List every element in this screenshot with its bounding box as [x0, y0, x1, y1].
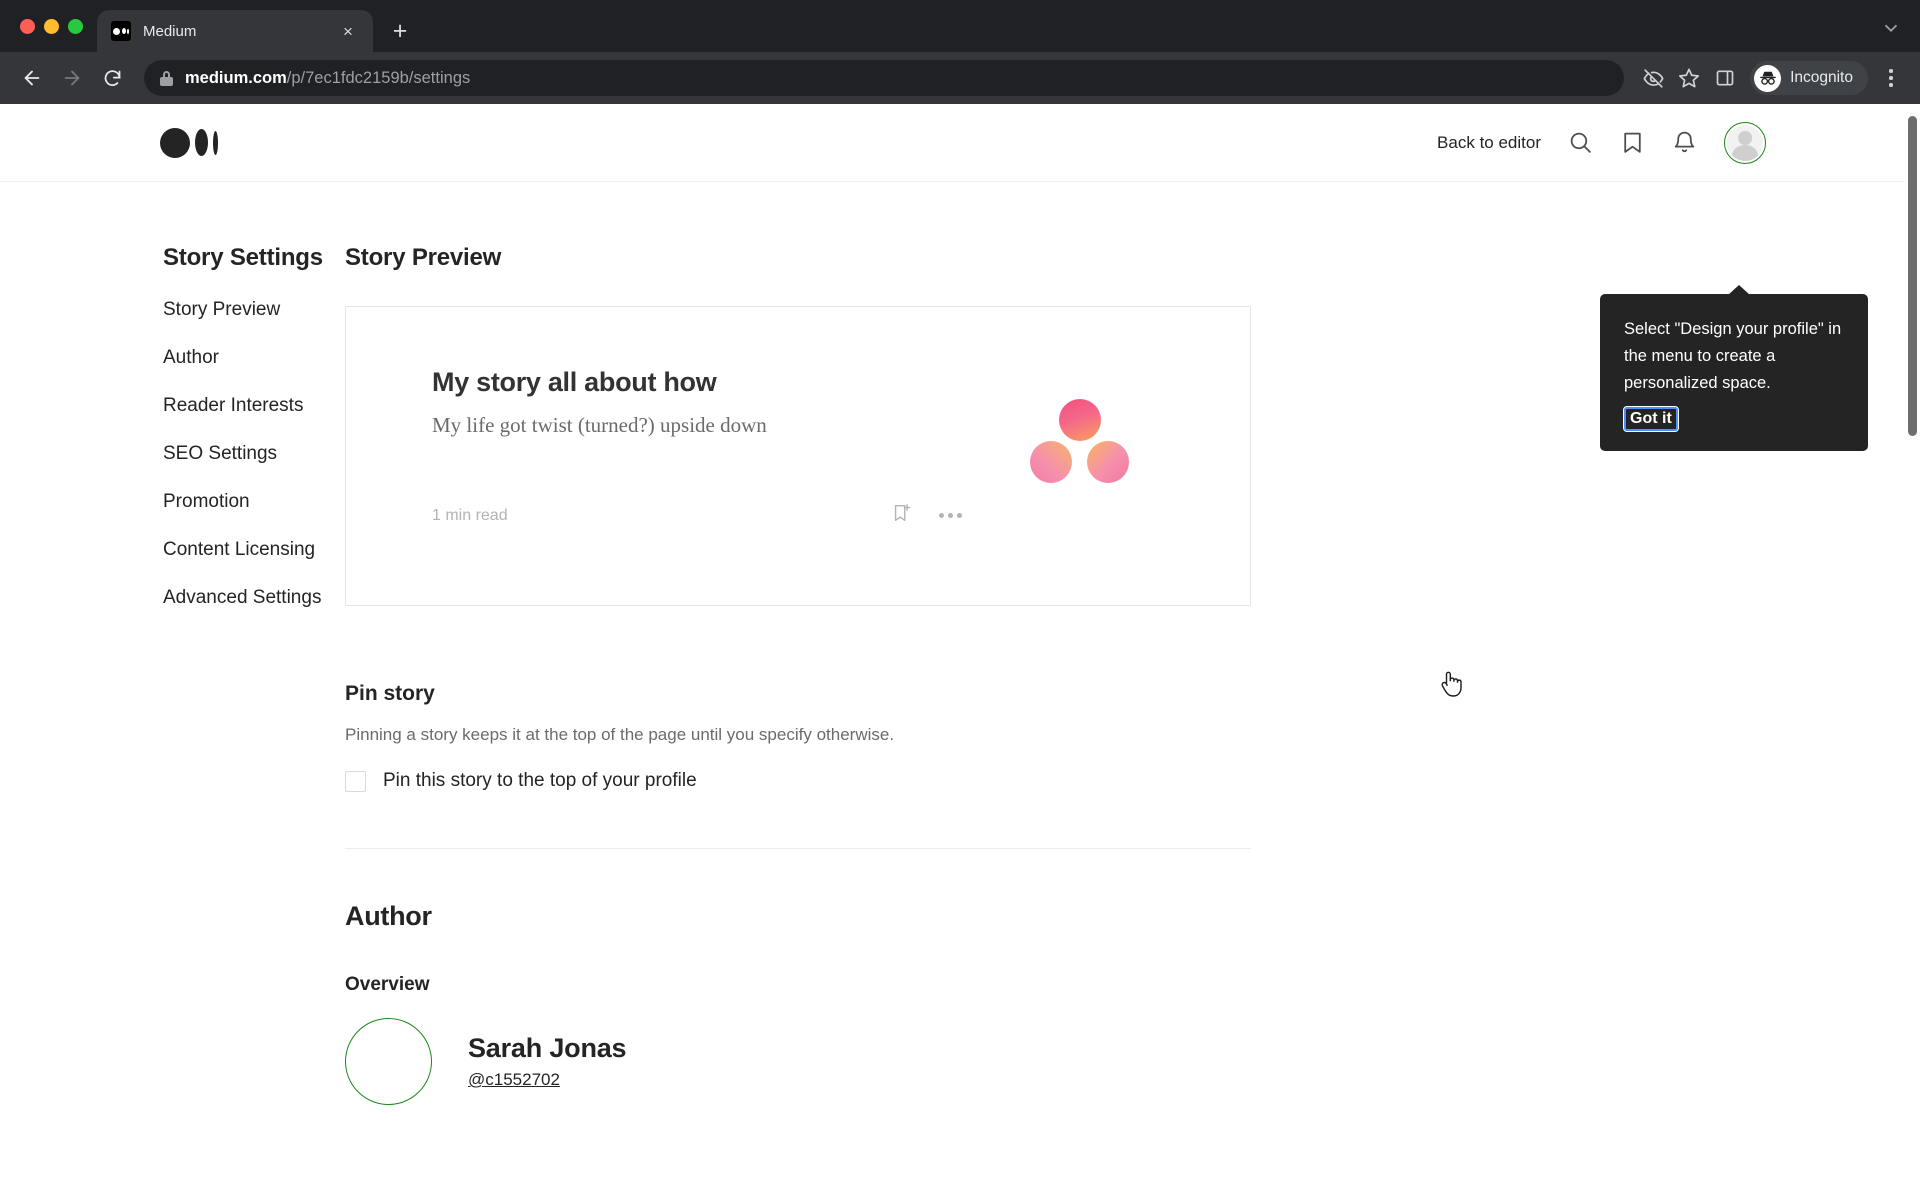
user-avatar[interactable]	[1724, 121, 1766, 164]
tab-strip: Medium × +	[0, 0, 1920, 52]
sidebar-item-advanced-settings[interactable]: Advanced Settings	[163, 587, 345, 609]
eye-slash-icon[interactable]	[1636, 61, 1670, 95]
header-actions: Back to editor	[1437, 121, 1886, 164]
minimize-window-button[interactable]	[44, 18, 59, 34]
author-overview-label: Overview	[345, 974, 430, 995]
tooltip-message: Select "Design your profile" in the menu…	[1624, 320, 1842, 392]
design-profile-tooltip: Select "Design your profile" in the menu…	[1600, 285, 1868, 451]
medium-site-header: Back to editor	[0, 104, 1920, 182]
story-card-footer: 1 min read	[432, 502, 962, 529]
browser-menu-button[interactable]	[1876, 61, 1906, 95]
author-name: Sarah Jonas	[468, 1033, 627, 1063]
tab-title: Medium	[143, 22, 197, 40]
lock-icon	[160, 70, 173, 86]
read-time-label: 1 min read	[432, 506, 508, 524]
sidebar-item-content-licensing[interactable]: Content Licensing	[163, 539, 345, 561]
author-heading: Author	[345, 901, 432, 931]
settings-main-panel: Story Preview My story all about how My …	[345, 244, 1355, 1200]
pin-story-checkbox[interactable]	[345, 770, 366, 792]
story-card-actions	[891, 502, 962, 529]
browser-toolbar: medium.com/p/7ec1fdc2159b/settings Incog…	[0, 52, 1920, 104]
story-thumbnail-image	[1030, 399, 1130, 483]
incognito-label: Incognito	[1790, 69, 1853, 86]
incognito-icon	[1754, 64, 1782, 92]
forward-button[interactable]	[54, 60, 90, 96]
story-card-title: My story all about how	[432, 367, 717, 397]
new-tab-button[interactable]: +	[383, 14, 417, 48]
pin-story-description: Pinning a story keeps it at the top of t…	[345, 725, 895, 744]
pin-story-checkbox-label: Pin this story to the top of your profil…	[383, 770, 697, 791]
author-handle-link[interactable]: @c1552702	[468, 1070, 626, 1090]
author-info: Sarah Jonas @c1552702	[468, 1033, 627, 1090]
author-avatar[interactable]	[345, 1018, 432, 1105]
url-host: medium.com	[185, 68, 287, 87]
section-divider	[345, 848, 1251, 849]
url-text: medium.com/p/7ec1fdc2159b/settings	[185, 69, 470, 88]
back-to-editor-link[interactable]: Back to editor	[1437, 133, 1541, 153]
browser-tab-medium[interactable]: Medium ×	[97, 10, 373, 52]
incognito-indicator[interactable]: Incognito	[1750, 61, 1868, 95]
reload-button[interactable]	[94, 60, 130, 96]
bookmark-plus-icon[interactable]	[891, 502, 913, 529]
sidebar-item-story-preview[interactable]: Story Preview	[163, 299, 345, 321]
page-scrollbar[interactable]	[1905, 104, 1920, 1200]
sidebar-item-reader-interests[interactable]: Reader Interests	[163, 395, 345, 417]
side-panel-icon[interactable]	[1708, 61, 1742, 95]
window-traffic-lights	[16, 0, 97, 52]
author-profile-row: Sarah Jonas @c1552702	[345, 1018, 1295, 1105]
scrollbar-thumb[interactable]	[1908, 116, 1917, 436]
star-icon[interactable]	[1672, 61, 1706, 95]
page-viewport: Back to editor Select "Design your profi…	[0, 104, 1920, 1200]
toolbar-right-controls: Incognito	[1636, 61, 1906, 95]
story-preview-card[interactable]: My story all about how My life got twist…	[345, 306, 1251, 606]
close-tab-icon[interactable]: ×	[335, 18, 361, 44]
browser-window: Medium × + medium.com/p/7ec1fdc2159b/set…	[0, 0, 1920, 1200]
sidebar-item-author[interactable]: Author	[163, 347, 345, 369]
tab-strip-right-controls	[1880, 17, 1902, 44]
search-icon[interactable]	[1568, 130, 1593, 155]
bookmark-icon[interactable]	[1620, 130, 1645, 155]
pin-story-checkbox-row[interactable]: Pin this story to the top of your profil…	[345, 770, 1295, 792]
sidebar-title: Story Settings	[163, 244, 323, 271]
pin-story-heading: Pin story	[345, 682, 435, 705]
chevron-down-icon[interactable]	[1880, 17, 1902, 44]
maximize-window-button[interactable]	[68, 18, 83, 34]
notifications-bell-icon[interactable]	[1672, 130, 1697, 155]
close-window-button[interactable]	[20, 18, 35, 34]
settings-sidebar: Story Settings Story Preview Author Read…	[0, 244, 345, 1200]
got-it-button[interactable]: Got it	[1623, 405, 1679, 432]
more-options-icon[interactable]	[939, 513, 962, 518]
medium-favicon-icon	[111, 21, 131, 41]
medium-logo-icon[interactable]	[160, 127, 218, 158]
url-path: /p/7ec1fdc2159b/settings	[286, 68, 471, 87]
story-preview-heading: Story Preview	[345, 244, 502, 271]
sidebar-item-seo-settings[interactable]: SEO Settings	[163, 443, 345, 465]
mouse-cursor-pointer	[1437, 669, 1463, 699]
address-bar[interactable]: medium.com/p/7ec1fdc2159b/settings	[144, 60, 1625, 96]
back-button[interactable]	[14, 60, 50, 96]
sidebar-item-promotion[interactable]: Promotion	[163, 491, 345, 513]
